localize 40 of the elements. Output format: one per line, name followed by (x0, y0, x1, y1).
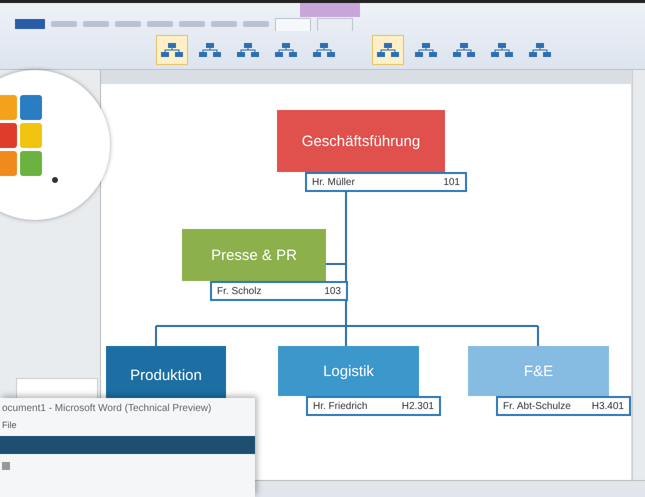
hierarchy-icon (490, 42, 514, 58)
room-number: H3.401 (592, 400, 624, 412)
ribbon-tab[interactable] (211, 21, 237, 27)
ribbon-tab[interactable] (115, 21, 141, 27)
person-name: Fr. Abt-Schulze (503, 400, 571, 412)
ribbon-tab[interactable] (51, 21, 77, 27)
ribbon-tab[interactable] (243, 21, 269, 27)
ribbon-tab[interactable] (147, 21, 173, 27)
format-tab[interactable] (317, 18, 353, 30)
name-field[interactable]: Fr. Abt-Schulze H3.401 (496, 396, 631, 416)
style-option[interactable] (372, 35, 404, 65)
file-tab[interactable] (15, 19, 45, 29)
name-field[interactable]: Fr. Scholz 103 (210, 281, 348, 301)
room-number: 103 (324, 286, 341, 296)
hierarchy-icon (452, 42, 476, 58)
scrollbar[interactable] (632, 70, 645, 480)
hierarchy-icon (312, 42, 336, 58)
ribbon-tab[interactable] (179, 21, 205, 27)
window-title: ocument1 - Microsoft Word (Technical Preview) (1, 402, 212, 416)
design-tab[interactable] (275, 18, 311, 30)
contextual-tab-group (300, 3, 360, 17)
hierarchy-icon (274, 42, 298, 58)
name-field[interactable]: Hr. Friedrich H2.301 (306, 396, 441, 416)
hierarchy-icon (160, 42, 184, 58)
save-icon[interactable] (2, 462, 10, 470)
org-chart-box[interactable]: Geschäftsführung (277, 110, 445, 172)
person-name: Hr. Müller (312, 176, 355, 188)
room-number: H2.301 (402, 400, 434, 412)
hierarchy-icon (528, 42, 552, 58)
hierarchy-icon (198, 42, 222, 58)
name-field[interactable]: Hr. Müller 101 (305, 172, 467, 192)
hierarchy-icon (236, 42, 260, 58)
person-name: Fr. Scholz (217, 286, 262, 296)
layout-option[interactable] (156, 35, 188, 65)
room-number: 101 (443, 176, 460, 188)
file-menu[interactable]: File (0, 420, 255, 436)
ribbon-tab[interactable] (83, 21, 109, 27)
person-name: Hr. Friedrich (313, 400, 368, 412)
hierarchy-icon (414, 42, 438, 58)
hierarchy-icon (376, 42, 400, 58)
